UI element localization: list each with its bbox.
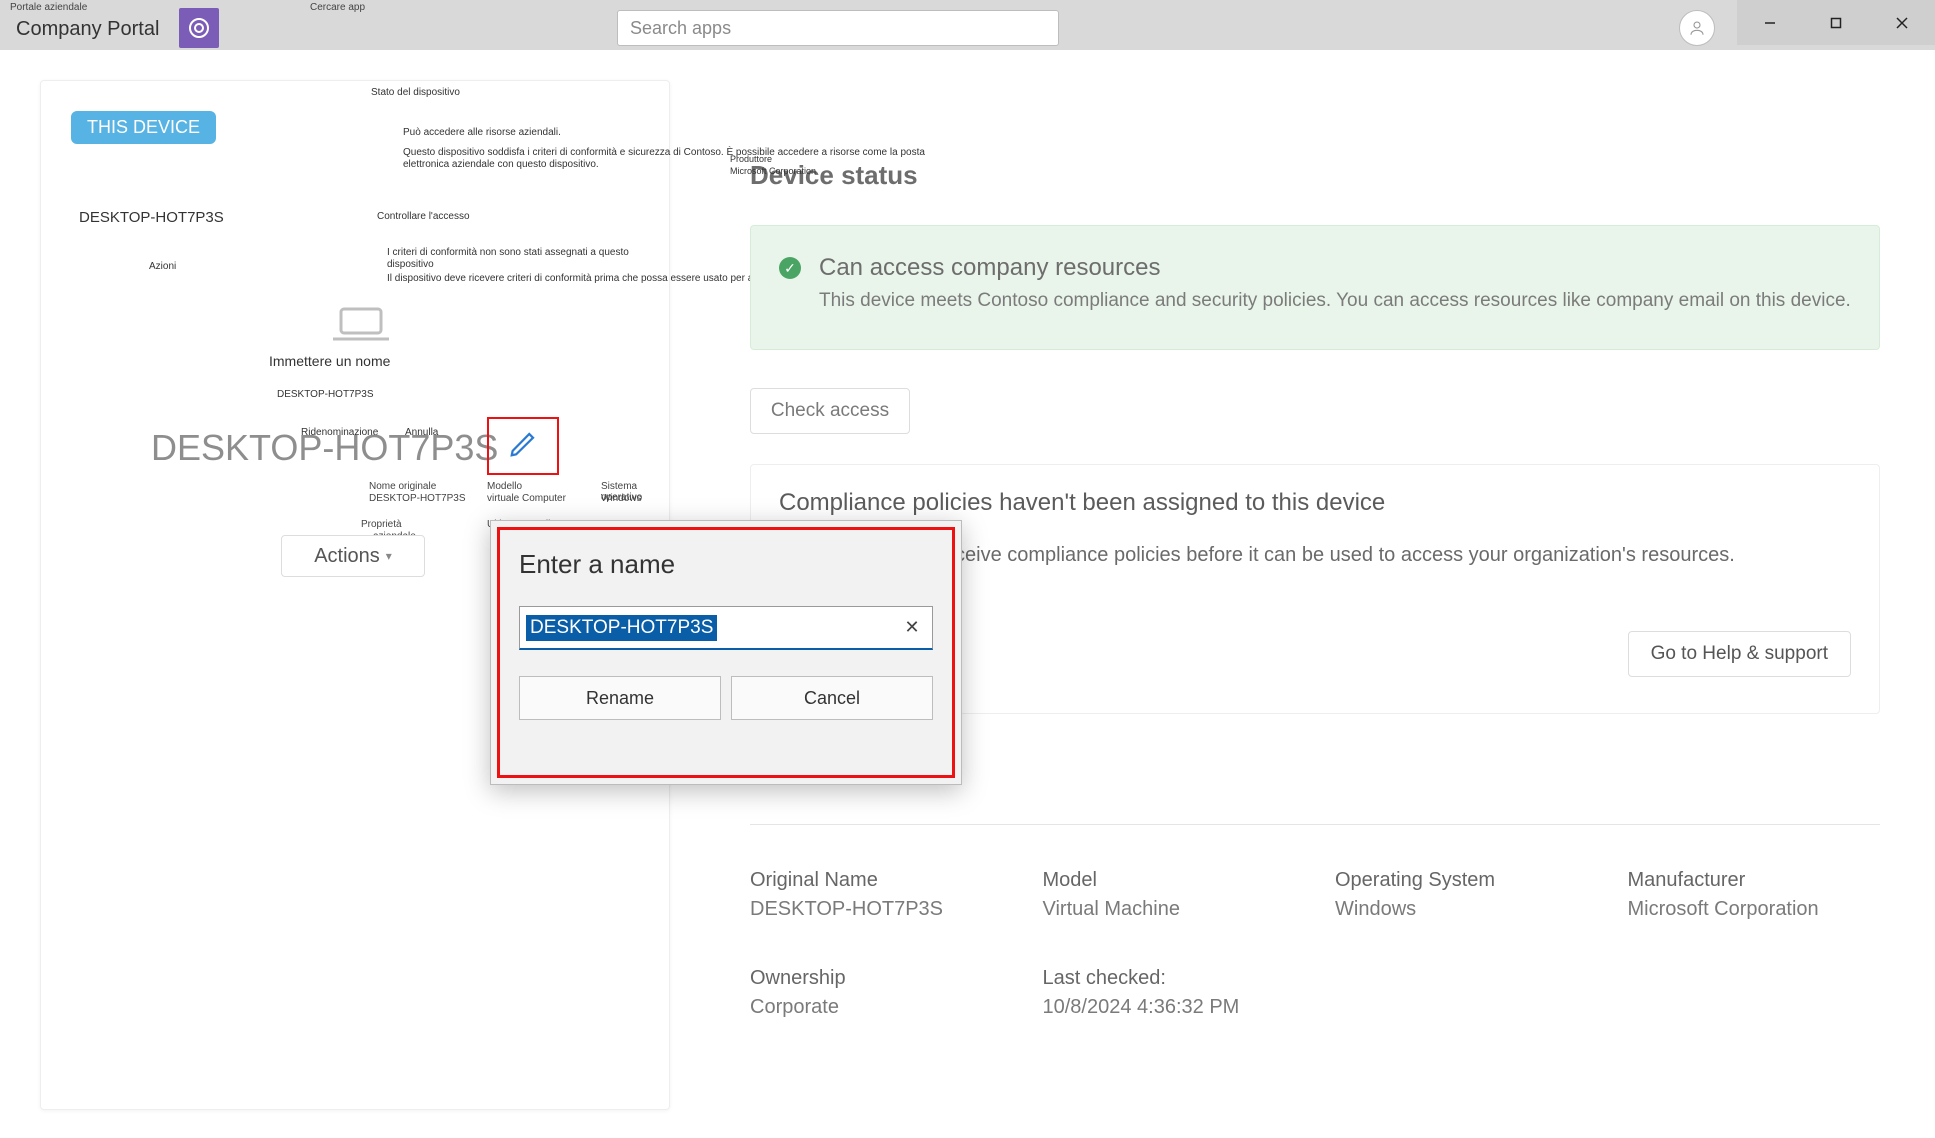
it-nome-orig-lbl: Nome originale xyxy=(369,481,436,492)
it-prod-val: Microsoft Corporation xyxy=(730,166,816,176)
clear-input-icon[interactable]: ✕ xyxy=(892,617,932,638)
help-support-button[interactable]: Go to Help & support xyxy=(1628,631,1851,677)
prop-own-val: Corporate xyxy=(750,996,1003,1019)
prop-mfr-lbl: Manufacturer xyxy=(1628,869,1881,892)
app-logo-icon xyxy=(179,8,219,48)
prop-own-lbl: Ownership xyxy=(750,967,1003,990)
it-stato: Stato del dispositivo xyxy=(371,87,460,99)
cancel-button[interactable]: Cancel xyxy=(731,676,933,720)
prop-model-val: Virtual Machine xyxy=(1043,898,1296,921)
rename-dialog: Enter a name DESKTOP-HOT7P3S ✕ Rename Ca… xyxy=(490,520,962,785)
it-modello-lbl: Modello xyxy=(487,481,522,492)
it-prod-lbl: Produttore xyxy=(730,154,772,164)
status-heading: Can access company resources xyxy=(819,254,1160,282)
it-nome-orig-val: DESKTOP-HOT7P3S xyxy=(369,493,466,504)
app-title: Company Portal xyxy=(10,18,165,41)
window-controls xyxy=(1737,0,1935,45)
prop-last-val: 10/8/2024 4:36:32 PM xyxy=(1043,996,1296,1019)
prop-orig-val: DESKTOP-HOT7P3S xyxy=(750,898,1003,921)
status-body: This device meets Contoso compliance and… xyxy=(819,288,1851,315)
rename-input-wrap[interactable]: DESKTOP-HOT7P3S ✕ xyxy=(519,606,933,650)
titlebar: Portale aziendale Company Portal Cercare… xyxy=(0,0,1935,50)
prop-os-val: Windows xyxy=(1335,898,1588,921)
prop-orig-lbl: Original Name xyxy=(750,869,1003,892)
dialog-title: Enter a name xyxy=(519,549,933,580)
maximize-button[interactable] xyxy=(1803,0,1869,45)
tiny-portale-label: Portale aziendale xyxy=(10,2,87,13)
prop-model-lbl: Model xyxy=(1043,869,1296,892)
prop-mfr-val: Microsoft Corporation xyxy=(1628,898,1881,921)
section-divider xyxy=(750,824,1880,825)
it-modello-val: virtuale Computer xyxy=(487,493,566,504)
search-input[interactable] xyxy=(617,10,1059,46)
device-status-title: Device status xyxy=(750,160,1880,191)
it-azioni: Azioni xyxy=(149,261,176,273)
minimize-button[interactable] xyxy=(1737,0,1803,45)
rename-input-selected-text[interactable]: DESKTOP-HOT7P3S xyxy=(526,615,717,641)
this-device-chip: THIS DEVICE xyxy=(71,111,216,144)
rename-button[interactable]: Rename xyxy=(519,676,721,720)
it-immettere: Immettere un nome xyxy=(269,353,390,369)
check-circle-icon: ✓ xyxy=(779,257,801,279)
it-proprieta: Proprietà xyxy=(361,519,402,530)
it-controlla: Controllare l'accesso xyxy=(377,211,470,223)
compliance-heading: Compliance policies haven't been assigne… xyxy=(779,489,1851,517)
user-avatar-button[interactable] xyxy=(1679,10,1715,46)
chevron-down-icon: ▾ xyxy=(386,549,392,563)
titlebar-left: Portale aziendale Company Portal Cercare… xyxy=(0,2,219,48)
device-properties: Original Name DESKTOP-HOT7P3S Model Virtua… xyxy=(750,869,1880,1019)
status-panel: ✓ Can access company resources This devi… xyxy=(750,225,1880,350)
pencil-icon[interactable] xyxy=(508,429,538,464)
it-access-line: Può accedere alle risorse aziendali. xyxy=(403,127,561,139)
it-so-val: Windows xyxy=(601,493,642,504)
device-name-small: DESKTOP-HOT7P3S xyxy=(79,209,224,226)
tiny-search-label: Cercare app xyxy=(310,2,365,13)
device-big-title: DESKTOP-HOT7P3S xyxy=(151,427,498,469)
actions-label: Actions xyxy=(314,545,380,568)
prop-os-lbl: Operating System xyxy=(1335,869,1588,892)
check-access-button[interactable]: Check access xyxy=(750,388,910,434)
it-device-tiny: DESKTOP-HOT7P3S xyxy=(277,389,374,401)
close-button[interactable] xyxy=(1869,0,1935,45)
it-no-policies: I criteri di conformità non sono stati a… xyxy=(387,247,669,271)
prop-last-lbl: Last checked: xyxy=(1043,967,1296,990)
actions-button[interactable]: Actions ▾ xyxy=(281,535,425,577)
rename-highlight-box xyxy=(487,417,559,475)
laptop-icon xyxy=(331,305,391,350)
